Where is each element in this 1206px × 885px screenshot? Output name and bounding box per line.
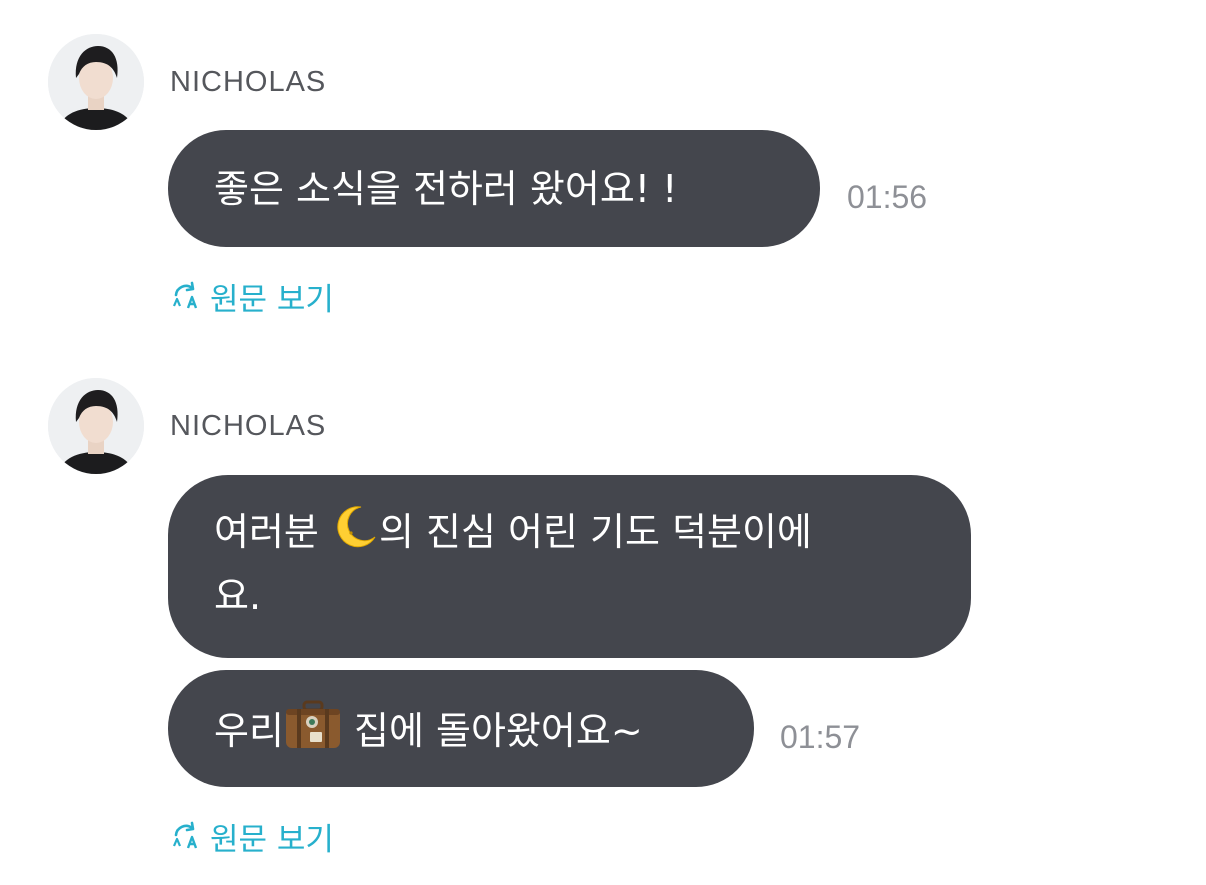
view-original-link[interactable]: 원문 보기 <box>170 816 334 858</box>
view-original-label: 원문 보기 <box>210 821 334 858</box>
message-bubble[interactable]: 우리 집에 돌아왔어요~ <box>168 670 754 787</box>
message-text: 우리 <box>214 709 284 753</box>
message-text: 좋은 소식을 전하러 왔어요! ! <box>214 167 678 211</box>
sender-name: NICHOLAS <box>170 66 327 98</box>
message-text: 요. <box>214 574 262 618</box>
translate-icon <box>172 821 198 849</box>
profile-photo-icon <box>48 378 144 474</box>
crescent-moon-icon <box>331 503 379 567</box>
message-timestamp: 01:56 <box>847 179 928 215</box>
message-timestamp: 01:57 <box>780 719 861 755</box>
avatar[interactable] <box>48 34 144 130</box>
profile-photo-icon <box>48 34 144 130</box>
message-text: 의 진심 어린 기도 덕분이에 <box>378 510 812 554</box>
avatar[interactable] <box>48 378 144 474</box>
view-original-label: 원문 보기 <box>210 281 334 318</box>
view-original-link[interactable]: 원문 보기 <box>170 276 334 318</box>
message-text: 집에 돌아왔어요~ <box>354 709 643 753</box>
translate-icon <box>172 281 198 309</box>
message-text: 여러분 <box>214 510 319 554</box>
message-bubble[interactable]: 좋은 소식을 전하러 왔어요! ! <box>168 130 820 247</box>
sender-name: NICHOLAS <box>170 410 327 442</box>
suitcase-icon <box>284 700 342 766</box>
message-bubble[interactable]: 여러분 의 진심 어린 기도 덕분이에 요. <box>168 475 971 658</box>
